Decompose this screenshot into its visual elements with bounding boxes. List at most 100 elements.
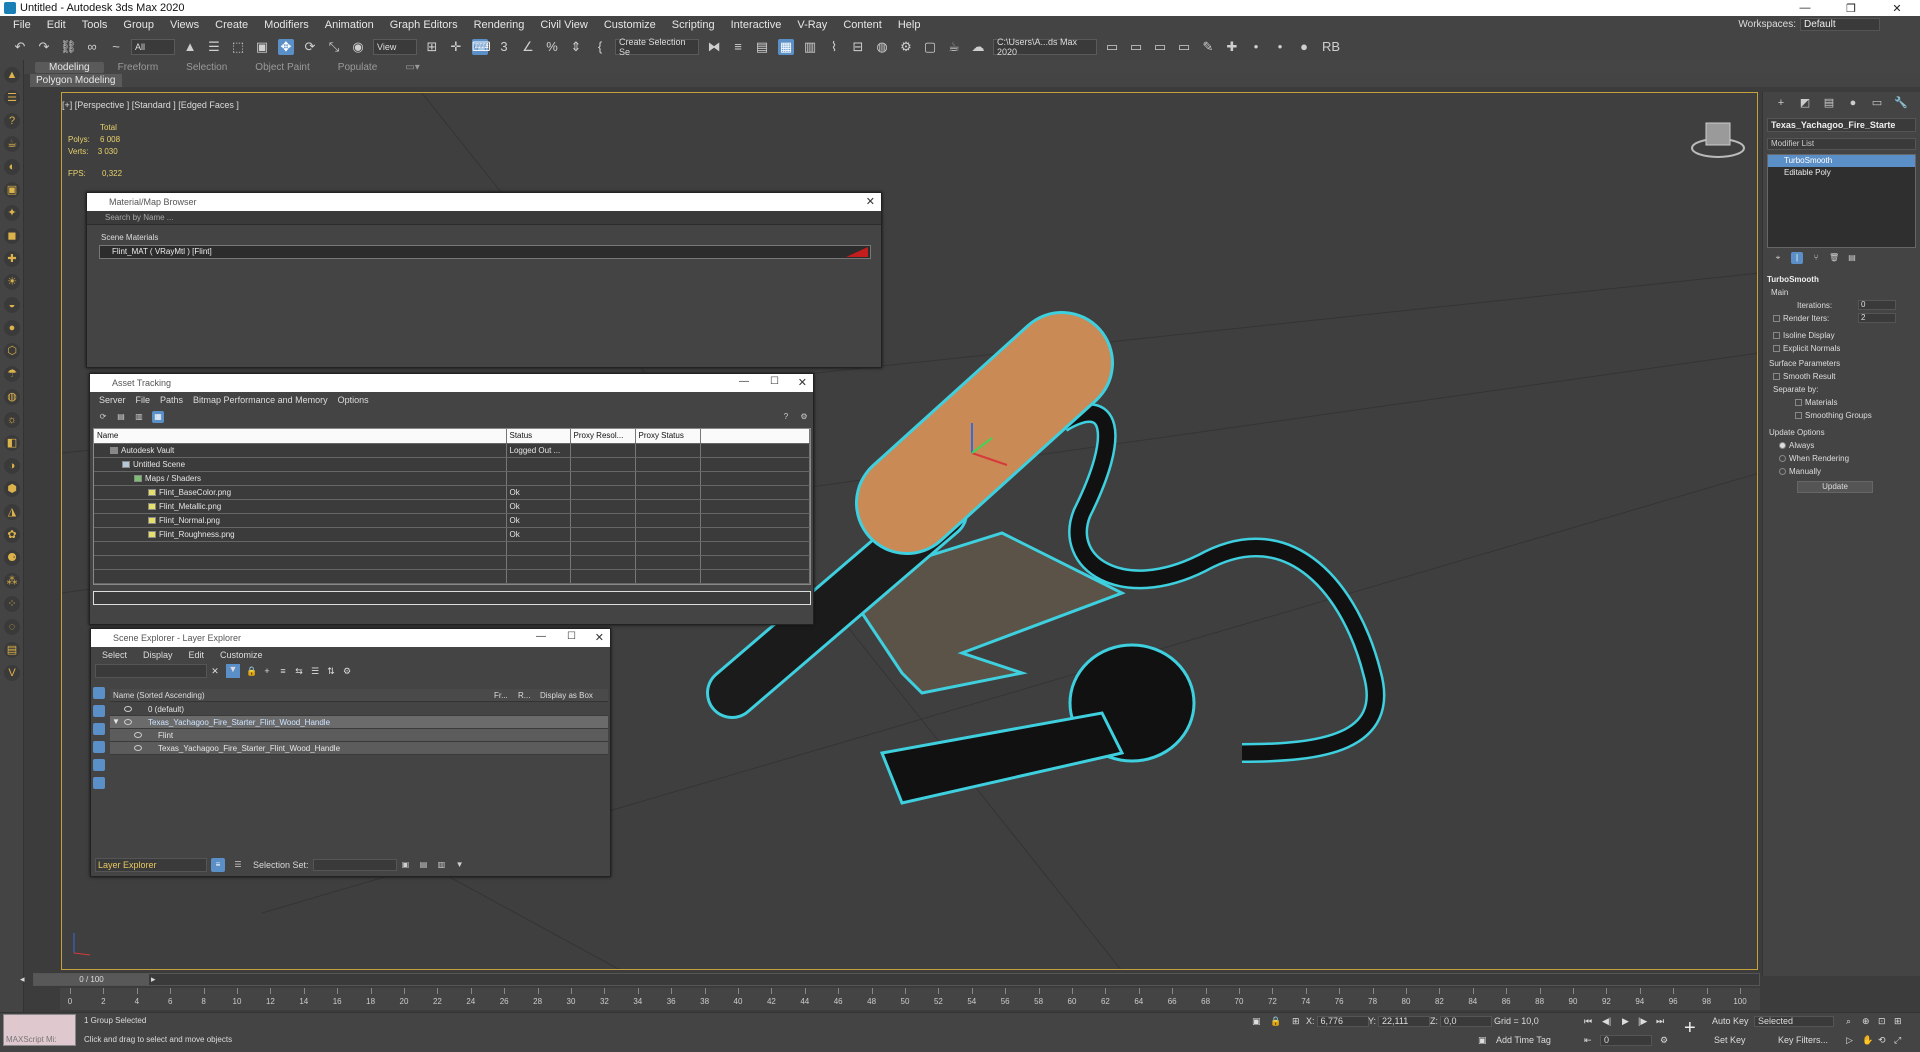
asset-menu-file[interactable]: File — [131, 395, 156, 405]
col-freeze[interactable]: Fr... — [494, 691, 508, 700]
isoline-checkbox[interactable] — [1773, 332, 1780, 340]
smooth-result-checkbox[interactable] — [1773, 373, 1780, 381]
y-field[interactable]: 22,111 — [1378, 1016, 1431, 1027]
zoom-extents-all-icon[interactable]: ⊞ — [1894, 1016, 1902, 1027]
percent-snap-icon[interactable]: % — [544, 39, 560, 55]
ref-coord-dropdown[interactable]: View — [373, 39, 417, 55]
workspaces-dropdown[interactable]: Default — [1800, 18, 1880, 31]
zoom-icon[interactable]: ⌕ — [1846, 1016, 1851, 1027]
zoom-extents-icon[interactable]: ⊡ — [1878, 1016, 1886, 1027]
table-row[interactable]: Flint_Normal.png Ok — [94, 513, 810, 528]
display-cameras-icon[interactable] — [93, 759, 105, 771]
details-icon[interactable]: ▥ — [134, 412, 144, 422]
layer-mode-icon[interactable]: ≡ — [211, 858, 225, 872]
display-objects-icon[interactable] — [93, 687, 105, 699]
vray-sun-icon[interactable]: ☼ — [4, 412, 20, 428]
render-icon[interactable]: ☕ — [946, 39, 962, 55]
manually-radio[interactable] — [1779, 468, 1786, 476]
when-rendering-radio[interactable] — [1779, 455, 1786, 463]
update-button[interactable]: Update — [1797, 481, 1873, 493]
create-tool-icon-1[interactable]: ▲ — [4, 67, 20, 83]
time-slider-knob[interactable]: 0 / 100 — [34, 974, 149, 985]
maximize-icon[interactable]: ☐ — [770, 376, 779, 387]
scene-explorer-titlebar[interactable]: Scene Explorer - Layer Explorer — ☐ ✕ — [91, 629, 610, 647]
menu-edit[interactable]: Edit — [40, 19, 75, 31]
create-tab-icon[interactable]: + — [1774, 96, 1788, 110]
rendered-frame-icon[interactable]: ▢ — [922, 39, 938, 55]
shape-tool-icon[interactable]: ◐ — [4, 159, 20, 175]
selection-set-dropdown[interactable] — [312, 859, 397, 871]
geometry-tool-icon[interactable]: ◼ — [4, 228, 20, 244]
render-cloud-icon[interactable]: ☁ — [970, 39, 986, 55]
key-mode-icon[interactable]: ⇤ — [1584, 1035, 1592, 1046]
hierarchy-tab-icon[interactable]: ▤ — [1822, 96, 1836, 110]
remove-modifier-icon[interactable]: 🗑 — [1829, 253, 1839, 263]
vray-cam-icon[interactable]: ◧ — [4, 435, 20, 451]
col-proxy-resolution[interactable]: Proxy Resol... — [570, 429, 636, 444]
menu-modifiers[interactable]: Modifiers — [257, 19, 318, 31]
slider-left-arrow-icon[interactable]: ◂ — [20, 974, 25, 985]
filter-set-icon[interactable]: ▼ — [455, 860, 465, 870]
camera-tool-icon[interactable]: ▣ — [4, 182, 20, 198]
stack-item-editable-poly[interactable]: Editable Poly — [1768, 167, 1915, 179]
table-row[interactable]: Autodesk Vault Logged Out ... — [94, 443, 810, 458]
layer-sort-icon[interactable]: ⇅ — [326, 666, 336, 676]
dot-icon-2[interactable]: • — [1272, 39, 1288, 55]
rect-selection-icon[interactable]: ⬚ — [230, 39, 246, 55]
scene-menu-display[interactable]: Display — [138, 650, 178, 660]
vray-light-icon[interactable]: ☀ — [4, 274, 20, 290]
fov-icon[interactable]: ▷ — [1846, 1035, 1853, 1046]
show-end-result-icon[interactable]: | — [1791, 252, 1803, 264]
object-name-field[interactable]: Texas_Yachagoo_Fire_Starte — [1767, 118, 1916, 132]
project-folder-icon[interactable]: ▭ — [1104, 39, 1120, 55]
keyboard-shortcut-icon[interactable]: ⌨ — [472, 39, 491, 55]
menu-tools[interactable]: Tools — [75, 19, 117, 31]
render-iters-checkbox[interactable] — [1773, 315, 1780, 323]
auto-key-button[interactable]: Auto Key — [1712, 1016, 1749, 1026]
selected-dropdown-value[interactable]: Selected — [1754, 1016, 1834, 1027]
track-bar[interactable]: 0 2 4 6 8 10 12 14 16 18 20 22 24 26 28 30 32 34 36 38 40 42 4… — [60, 988, 1760, 1010]
layer-hierarchy-icon[interactable]: ☰ — [233, 860, 243, 870]
minimize-icon[interactable]: — — [739, 376, 749, 387]
menu-help[interactable]: Help — [891, 19, 930, 31]
layer-stack-icon[interactable]: ≡ — [278, 666, 288, 676]
filter-icon[interactable]: ▼ — [226, 664, 240, 678]
dot-icon-3[interactable]: ● — [1296, 39, 1312, 55]
display-lights-icon[interactable] — [93, 741, 105, 753]
smoothing-groups-checkbox[interactable] — [1795, 412, 1802, 420]
add-time-tag[interactable]: Add Time Tag — [1496, 1035, 1551, 1045]
clear-search-icon[interactable]: ✕ — [210, 666, 220, 676]
container-icon[interactable]: ▭ — [1128, 39, 1144, 55]
vray-mesh-icon[interactable]: ⁂ — [4, 573, 20, 589]
table-row[interactable]: Flint_Roughness.png Ok — [94, 527, 810, 542]
scene-explorer-tool-icon[interactable]: ☰ — [4, 90, 20, 106]
materials-checkbox[interactable] — [1795, 399, 1802, 407]
schematic-view-icon[interactable]: ⊟ — [850, 39, 866, 55]
light-tool-icon[interactable]: ✦ — [4, 205, 20, 221]
modifier-list-dropdown[interactable]: Modifier List — [1767, 138, 1916, 150]
asset-path-field[interactable] — [93, 590, 811, 605]
menu-customize[interactable]: Customize — [597, 19, 665, 31]
link-icon[interactable]: ⛓ — [60, 39, 77, 55]
unlink-icon[interactable]: ∞ — [84, 39, 100, 55]
group-row[interactable]: ▼ Texas_Yachagoo_Fire_Starter_Flint_Wood… — [110, 716, 608, 729]
time-slider[interactable]: 0 / 100 ◂ ▸ — [20, 973, 1760, 986]
brush-icon[interactable]: ✎ — [1200, 39, 1216, 55]
layer-list-icon[interactable]: ☰ — [310, 666, 320, 676]
goto-end-icon[interactable]: ⏭ — [1656, 1016, 1664, 1027]
scene-explorer-icon[interactable]: ▤ — [754, 39, 770, 55]
dot-icon-1[interactable]: • — [1248, 39, 1264, 55]
table-row[interactable]: Flint_Metallic.png Ok — [94, 499, 810, 514]
z-field[interactable]: 0,0 — [1440, 1016, 1492, 1027]
spinner-snap-icon[interactable]: ⇕ — [568, 39, 584, 55]
object-row[interactable]: Flint — [110, 729, 608, 742]
frame-field[interactable]: 0 — [1598, 1035, 1652, 1046]
vray-env-icon[interactable]: ⚈ — [4, 550, 20, 566]
menu-animation[interactable]: Animation — [318, 19, 383, 31]
explicit-normals-checkbox[interactable] — [1773, 345, 1780, 353]
menu-group[interactable]: Group — [116, 19, 163, 31]
menu-scripting[interactable]: Scripting — [665, 19, 724, 31]
isolate-icon[interactable]: ▣ — [1252, 1016, 1261, 1027]
vray-fur-icon[interactable]: ☂ — [4, 366, 20, 382]
lock-icon[interactable]: 🔒 — [246, 666, 257, 676]
